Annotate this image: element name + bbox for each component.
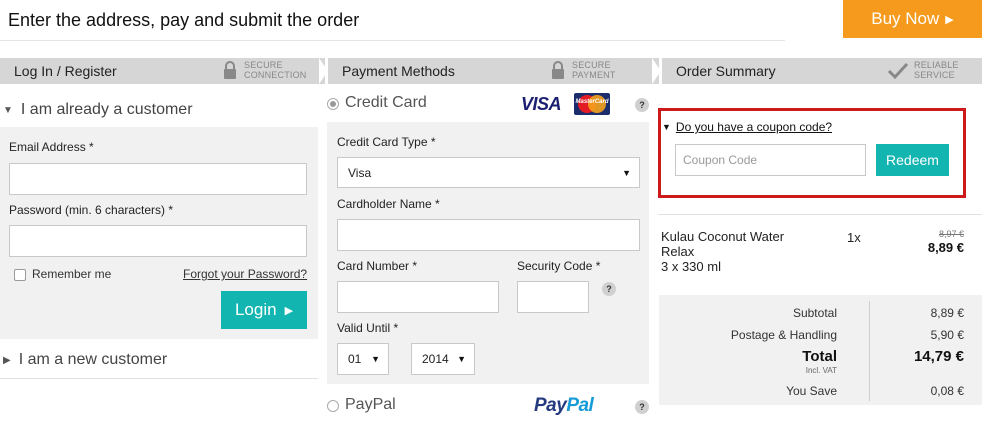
you-save-value: 0,08 € [930,384,964,398]
total-vat-note: Incl. VAT [805,366,837,375]
buy-now-button[interactable]: Buy Now ▶ [843,0,982,38]
play-arrow-icon: ▶ [945,13,954,26]
expiry-month-select[interactable]: 01 ▼ [337,343,389,375]
help-icon[interactable]: ? [602,282,616,296]
new-customer-label: I am a new customer [18,351,168,368]
shipping-value: 5,90 € [930,328,964,342]
mastercard-logo: MasterCard [574,93,610,115]
step-login-register: Log In / Register SECURE CONNECTION [0,58,325,84]
step-label: Log In / Register [14,63,117,79]
item-name: Kulau Coconut Water Relax 3 x 330 ml [661,229,785,274]
expiry-year-value: 2014 [422,352,449,366]
security-code-field[interactable] [517,281,589,313]
card-type-select[interactable]: Visa ▼ [337,157,640,188]
existing-customer-toggle[interactable]: ▼ I am already a customer [3,101,193,119]
step-separator [652,58,661,84]
login-divider [0,378,318,379]
credit-card-radio[interactable] [327,98,339,110]
credit-card-label: Credit Card [345,94,427,111]
step-label: Payment Methods [342,63,455,79]
visa-logo: VISA [521,94,562,114]
email-field[interactable] [9,163,307,195]
expiry-year-select[interactable]: 2014 ▼ [411,343,475,375]
step-order-summary: Order Summary RELIABLE SERVICE [662,58,982,84]
item-old-price: 8,97 € [938,229,964,239]
lock-icon [224,61,236,79]
password-field[interactable] [9,225,307,257]
step-label: Order Summary [676,63,776,79]
new-customer-toggle[interactable]: ▶ I am a new customer [3,351,167,369]
summary-divider [658,214,982,215]
shipping-label: Postage & Handling [730,328,837,342]
coupon-toggle-label: Do you have a coupon code? [675,120,833,134]
cardholder-name-field[interactable] [337,219,640,251]
dropdown-caret-icon: ▼ [371,354,380,364]
header-divider [0,40,785,41]
coupon-code-input[interactable]: Coupon Code [675,144,866,176]
card-number-field[interactable] [337,281,499,313]
triangle-down-icon: ▼ [3,104,13,116]
secure-payment-badge: SECURE PAYMENT [572,60,616,80]
redeem-button[interactable]: Redeem [876,144,949,176]
buy-now-label: Buy Now [871,9,940,28]
subtotal-label: Subtotal [792,306,837,320]
remember-me-label: Remember me [32,267,112,281]
subtotal-value: 8,89 € [930,306,964,320]
totals-divider [869,301,870,401]
triangle-down-icon: ▼ [662,122,671,132]
coupon-toggle[interactable]: ▼ Do you have a coupon code? [662,120,832,134]
total-label: Total [802,348,837,365]
play-arrow-icon: ▶ [284,304,294,317]
you-save-label: You Save [786,384,837,398]
card-type-value: Visa [348,165,372,180]
dropdown-caret-icon: ▼ [457,354,466,364]
checkmark-icon [887,62,909,80]
cardholder-label: Cardholder Name * [337,197,440,211]
item-price: 8,89 € [927,240,964,255]
item-quantity: 1x [847,230,861,245]
lock-icon [552,61,564,79]
card-number-label: Card Number * [337,259,418,273]
password-label: Password (min. 6 characters) * [9,203,174,217]
login-button[interactable]: Login ▶ [221,291,307,329]
card-type-label: Credit Card Type * [337,135,436,149]
paypal-radio[interactable] [327,400,339,412]
forgot-password-link[interactable]: Forgot your Password? [183,267,307,281]
paypal-label: PayPal [345,396,396,413]
valid-until-label: Valid Until * [337,321,399,335]
help-icon[interactable]: ? [635,98,649,112]
total-value: 14,79 € [913,348,964,365]
email-label: Email Address * [9,140,94,154]
mastercard-logo-text: MasterCard [575,99,609,105]
step-payment-methods: Payment Methods SECURE PAYMENT [328,58,659,84]
reliable-service-badge: RELIABLE SERVICE [914,60,959,80]
dropdown-caret-icon: ▼ [622,167,631,178]
paypal-logo: PayPal [534,395,594,417]
step-separator [319,58,328,84]
security-code-label: Security Code * [517,259,601,273]
paypal-logo-pay: Pay [534,395,567,416]
expiry-month-value: 01 [348,352,362,366]
remember-me-checkbox[interactable] [14,269,26,281]
login-button-label: Login [234,300,277,319]
page-title: Enter the address, pay and submit the or… [8,10,360,30]
secure-connection-badge: SECURE CONNECTION [244,60,307,80]
existing-customer-label: I am already a customer [20,101,193,118]
paypal-logo-pal: Pal [566,395,594,416]
help-icon[interactable]: ? [635,400,649,414]
triangle-right-icon: ▶ [3,354,11,366]
